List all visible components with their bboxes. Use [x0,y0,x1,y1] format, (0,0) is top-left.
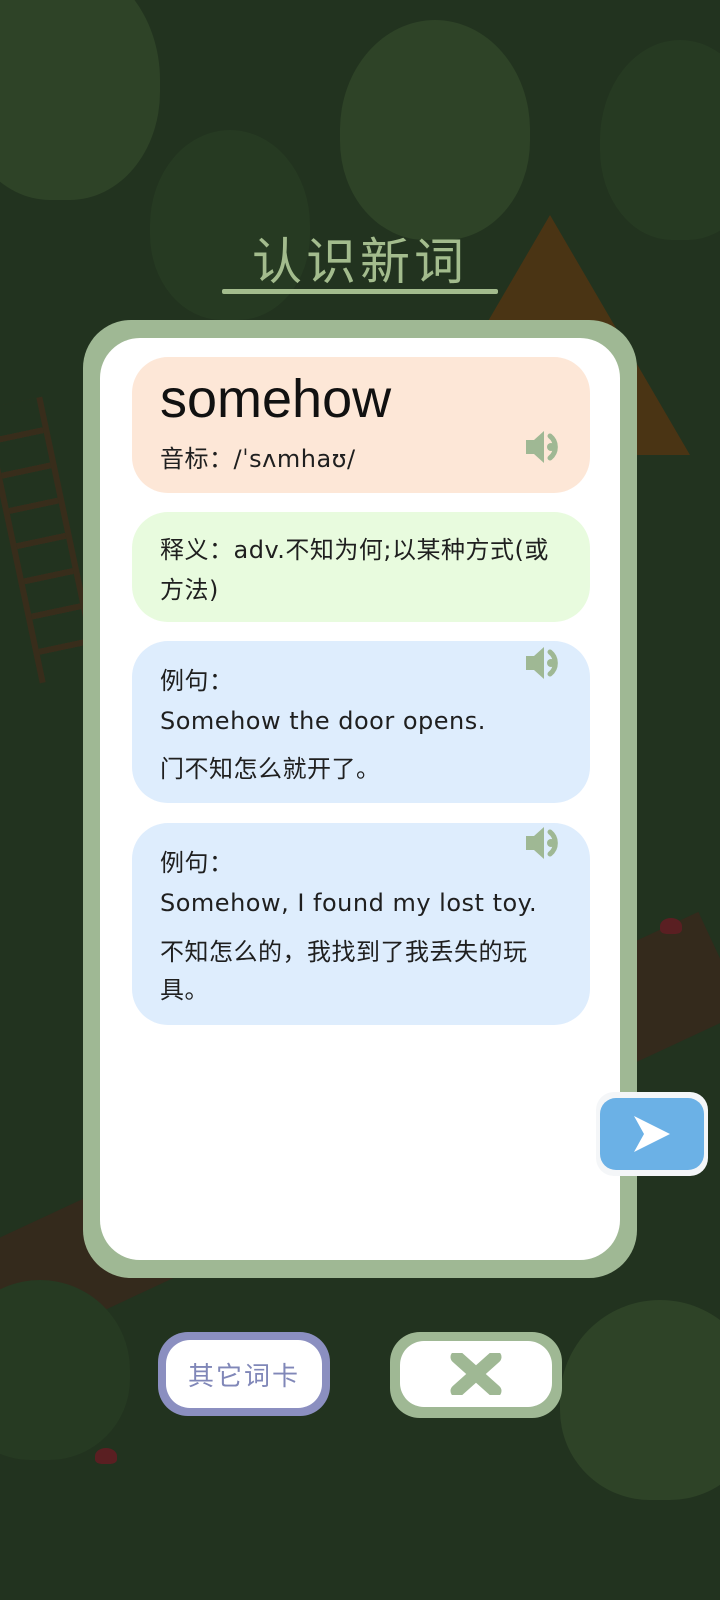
example-chinese: 不知怎么的，我找到了我丢失的玩具。 [160,938,528,1004]
arrow-right-icon [634,1116,670,1152]
background-tree [340,20,530,240]
phonetic-text: 音标：/ˈsʌmhaʊ/ [160,445,356,473]
speaker-icon[interactable] [524,643,568,683]
background-flower [95,1448,117,1464]
meaning-text: 释义：adv.不知为何;以某种方式(或方法) [160,536,549,604]
other-cards-button[interactable]: 其它词卡 [158,1332,330,1416]
example-panel: 例句： Somehow the door opens. 门不知怎么就开了。 [132,641,590,803]
example-panel: 例句： Somehow, I found my lost toy. 不知怎么的，… [132,823,590,1025]
word-text: somehow [160,369,392,429]
speaker-icon[interactable] [524,427,568,467]
background-bush [560,1300,720,1500]
background-flower [660,918,682,934]
background-tree [600,40,720,240]
speaker-icon[interactable] [524,823,568,863]
close-icon [450,1353,502,1395]
example-label: 例句： [160,849,234,877]
other-cards-label: 其它词卡 [166,1340,322,1408]
next-button-face [600,1098,704,1170]
word-panel: somehow 音标：/ˈsʌmhaʊ/ [132,357,590,493]
close-button-face [400,1341,552,1407]
background-tree [0,0,160,200]
example-english: Somehow, I found my lost toy. [160,889,538,917]
next-word-button[interactable] [596,1092,708,1176]
example-chinese: 门不知怎么就开了。 [160,755,381,783]
meaning-panel: 释义：adv.不知为何;以某种方式(或方法) [132,512,590,622]
title-underline [222,289,498,294]
example-english: Somehow the door opens. [160,707,486,735]
close-button[interactable] [390,1332,562,1418]
example-label: 例句： [160,667,234,695]
page-title: 认识新词 [252,233,468,291]
